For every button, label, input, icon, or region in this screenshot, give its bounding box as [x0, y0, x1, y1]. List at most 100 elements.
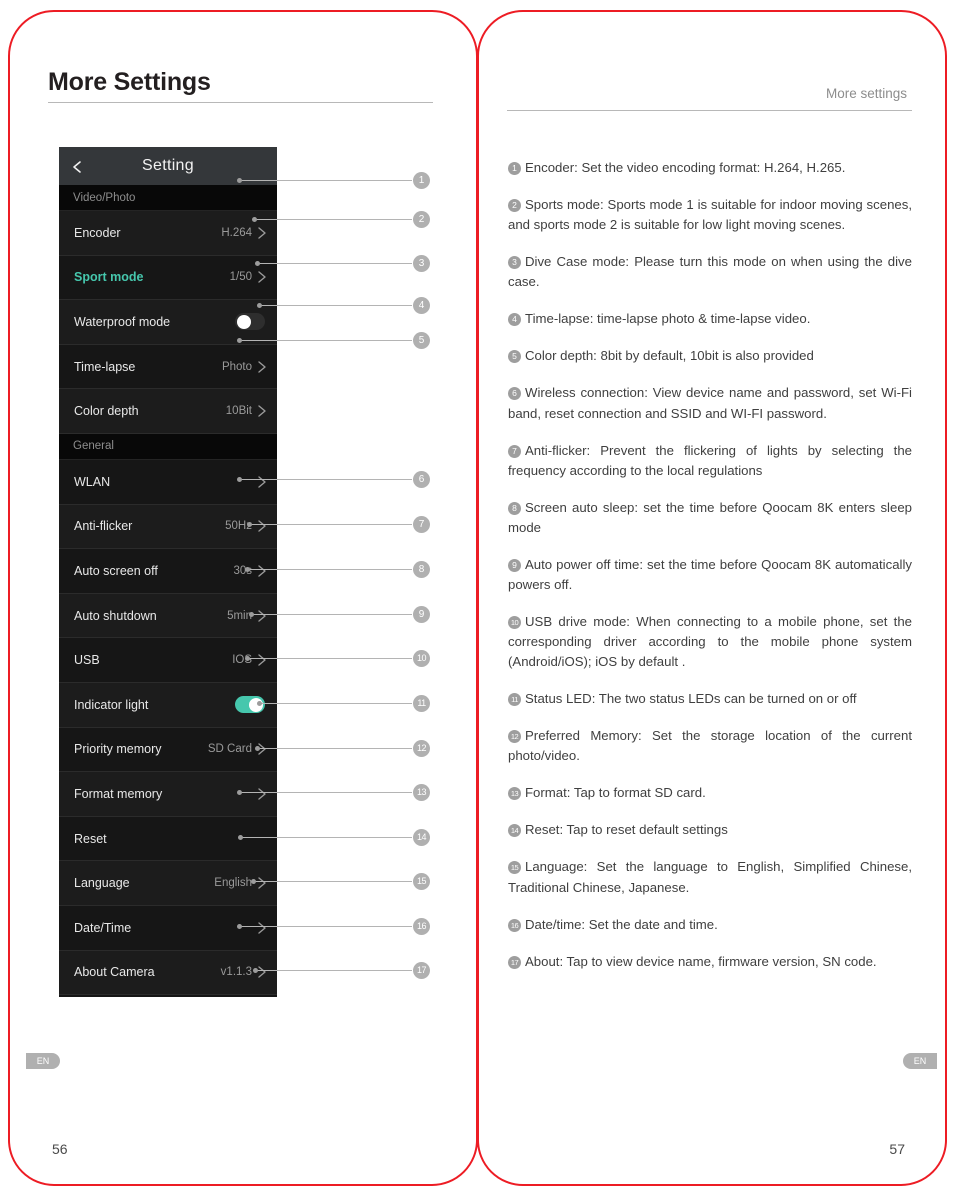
chevron-right-icon [257, 475, 267, 489]
setting-row-date-time[interactable]: Date/Time [59, 905, 277, 951]
callout-number-7: 7 [413, 516, 430, 533]
row-label: Sport mode [74, 270, 144, 285]
chevron-right-icon [257, 564, 267, 578]
note-bullet-3: 3 [508, 256, 521, 270]
setting-row-format-memory[interactable]: Format memory [59, 772, 277, 817]
note-text: Date/time: Set the date and time. [525, 916, 718, 932]
callout-number-8: 8 [413, 561, 430, 578]
note-item: 17 About: Tap to view device name, firmwa… [508, 952, 912, 972]
note-item: 3 Dive Case mode: Please turn this mode o… [508, 252, 912, 292]
settings-screen-title: Setting [142, 157, 194, 174]
callout-number-6: 6 [413, 471, 430, 488]
callout-number-12: 12 [413, 740, 430, 757]
chevron-right-icon [257, 965, 267, 979]
callout-number-3: 3 [413, 255, 430, 272]
setting-row-sport-mode[interactable]: Sport mode 1/50 [59, 255, 277, 301]
section-eyebrow: More settings [825, 86, 907, 101]
row-label: Priority memory [74, 742, 162, 757]
toggle-knob [237, 314, 251, 329]
callout-number-10: 10 [413, 650, 430, 667]
row-value: English [214, 877, 252, 890]
setting-row-anti-flicker[interactable]: Anti-flicker 50Hz [59, 504, 277, 550]
row-value: 5min [227, 609, 252, 622]
row-value: v1.1.3 [220, 966, 252, 979]
left-page: More Settings Setting Video/Photo Encode… [8, 10, 478, 1186]
chevron-right-icon [257, 360, 267, 374]
setting-row-indicator-light[interactable]: Indicator light [59, 682, 277, 728]
setting-row-usb[interactable]: USB IOS [59, 638, 277, 683]
setting-row-language[interactable]: Language English [59, 861, 277, 906]
setting-row-waterproof-mode[interactable]: Waterproof mode [59, 300, 277, 345]
page-number-left: 56 [52, 1141, 68, 1157]
note-item: 6 Wireless connection: View device name a… [508, 383, 912, 423]
leader-line-12 [255, 746, 412, 751]
note-bullet-10: 10 [508, 615, 521, 629]
row-label: About Camera [74, 965, 155, 980]
setting-row-auto-screen-off[interactable]: Auto screen off 30s [59, 549, 277, 594]
note-bullet-11: 11 [508, 693, 521, 707]
waterproof-mode-toggle[interactable] [235, 313, 265, 331]
setting-row-time-lapse[interactable]: Time-lapse Photo [59, 344, 277, 390]
row-label: USB [74, 653, 100, 668]
page-number-right: 57 [889, 1141, 905, 1157]
chevron-left-icon[interactable] [71, 160, 83, 173]
note-item: 9 Auto power off time: set the time befor… [508, 555, 912, 595]
row-label: Format memory [74, 786, 163, 801]
note-text: Sports mode: Sports mode 1 is suitable f… [508, 197, 912, 233]
chevron-right-icon [257, 653, 267, 667]
indicator-light-toggle[interactable] [235, 696, 265, 714]
note-bullet-17: 17 [508, 955, 521, 969]
setting-row-encoder[interactable]: Encoder H.264 [59, 211, 277, 256]
row-label: Anti-flicker [74, 519, 133, 534]
callout-number-16: 16 [413, 918, 430, 935]
row-value: Photo [221, 360, 252, 373]
leader-line-4 [257, 303, 412, 308]
page-title: More Settings [48, 68, 211, 96]
notes-list: 1 Encoder: Set the video encoding format:… [508, 158, 912, 989]
row-label: WLAN [74, 474, 111, 489]
note-bullet-4: 4 [508, 313, 521, 327]
note-bullet-16: 16 [508, 918, 521, 932]
chevron-right-icon [257, 876, 267, 890]
row-label: Auto screen off [74, 563, 158, 578]
note-text: USB drive mode: When connecting to a mob… [508, 613, 912, 670]
callout-number-4: 4 [413, 297, 430, 314]
note-bullet-7: 7 [508, 444, 521, 458]
note-bullet-12: 12 [508, 730, 521, 744]
setting-row-about-camera[interactable]: About Camera v1.1.3 [59, 950, 277, 996]
row-value: 30s [233, 564, 252, 577]
callout-number-2: 2 [413, 211, 430, 228]
row-label: Encoder [74, 225, 121, 240]
note-bullet-9: 9 [508, 558, 521, 572]
row-label: Time-lapse [74, 359, 136, 374]
row-label: Date/Time [74, 920, 132, 935]
setting-row-priority-memory[interactable]: Priority memory SD Card [59, 727, 277, 773]
note-item: 2 Sports mode: Sports mode 1 is suitable … [508, 195, 912, 235]
callout-number-11: 11 [413, 695, 430, 712]
note-item: 5 Color depth: 8bit by default, 10bit is … [508, 346, 912, 366]
row-value: 50Hz [225, 520, 252, 533]
row-label: Reset [74, 831, 107, 846]
callout-number-1: 1 [413, 172, 430, 189]
setting-row-auto-shutdown[interactable]: Auto shutdown 5min [59, 593, 277, 639]
note-text: Dive Case mode: Please turn this mode on… [508, 254, 912, 290]
setting-row-reset[interactable]: Reset [59, 816, 277, 862]
title-divider [48, 102, 433, 103]
row-value: H.264 [221, 226, 252, 239]
note-bullet-15: 15 [508, 861, 521, 875]
note-item: 13 Format: Tap to format SD card. [508, 783, 912, 803]
note-item: 4 Time-lapse: time-lapse photo & time-lap… [508, 309, 912, 329]
section-header-video-photo: Video/Photo [59, 185, 277, 211]
settings-screen-header: Setting [59, 147, 277, 185]
note-item: 11 Status LED: The two status LEDs can be… [508, 689, 912, 709]
setting-row-wlan[interactable]: WLAN [59, 459, 277, 505]
toggle-knob [249, 697, 263, 712]
row-label: Language [74, 876, 130, 891]
note-item: 14 Reset: Tap to reset default settings [508, 820, 912, 840]
note-bullet-13: 13 [508, 787, 521, 801]
setting-row-color-depth[interactable]: Color depth 10Bit [59, 389, 277, 434]
leader-line-3 [255, 261, 412, 266]
row-label: Waterproof mode [74, 314, 171, 329]
section-header-general: General [59, 433, 277, 460]
row-label: Color depth [74, 404, 139, 419]
